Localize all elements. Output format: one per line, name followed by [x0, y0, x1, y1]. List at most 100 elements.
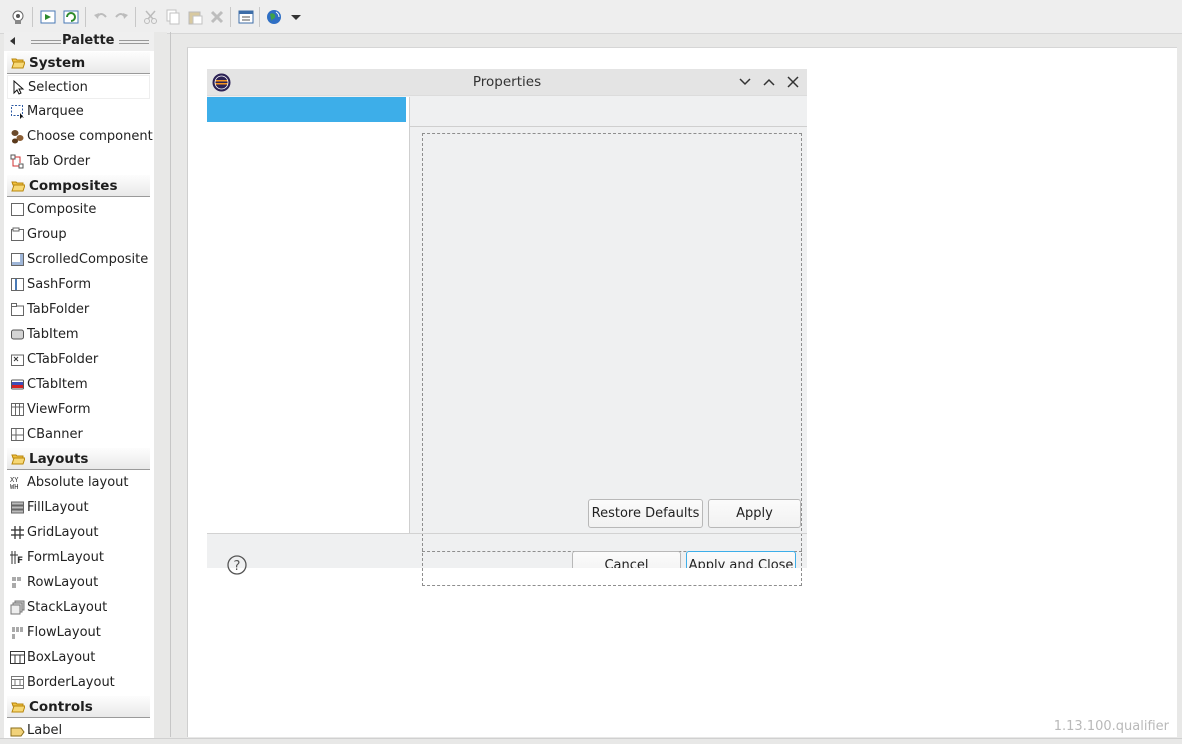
palette-item-filllayout[interactable]: FillLayout: [7, 496, 150, 520]
design-icon[interactable]: [10, 9, 26, 25]
palette-item-gridlayout[interactable]: GridLayout: [7, 521, 150, 545]
item-label: ScrolledComposite: [27, 252, 149, 267]
palette-item-borderlayout[interactable]: BorderLayout: [7, 671, 150, 695]
item-label: ViewForm: [27, 402, 91, 417]
item-label: Tab Order: [27, 154, 91, 169]
tabitem-icon: [11, 329, 24, 340]
boxlayout-icon: [10, 651, 25, 664]
palette-item-choose-component[interactable]: Choose component: [7, 125, 153, 149]
sashform-icon: [11, 278, 24, 291]
item-label: Label: [27, 723, 63, 738]
palette-item-tab-order[interactable]: Tab Order: [7, 150, 150, 174]
group-label: Composites: [29, 178, 118, 194]
palette-item-tabitem[interactable]: TabItem: [7, 323, 150, 347]
palette-item-ctabitem[interactable]: CTabItem: [7, 373, 150, 397]
main-toolbar: [0, 0, 1182, 34]
apply-and-close-button[interactable]: Apply and Close: [686, 551, 796, 568]
redo-icon[interactable]: [113, 9, 129, 25]
palette-item-absolute-layout[interactable]: XY WH Absolute layout: [7, 471, 150, 495]
palette-item-ctabfolder[interactable]: CTabFolder: [7, 348, 150, 372]
item-label: Absolute layout: [27, 475, 129, 490]
cut-icon[interactable]: [143, 9, 159, 25]
status-bar: [0, 738, 1182, 744]
item-label: StackLayout: [27, 600, 108, 615]
palette-group-controls[interactable]: Controls: [7, 696, 150, 718]
ctabfolder-icon: [11, 354, 24, 366]
arrow-cursor-icon: [13, 80, 25, 95]
folder-open-icon: [11, 58, 25, 69]
globe-icon[interactable]: [266, 9, 282, 25]
bean-add-icon[interactable]: [40, 9, 56, 25]
formlayout-icon: F: [10, 551, 23, 565]
item-label: TabFolder: [27, 302, 90, 317]
item-label: GridLayout: [27, 525, 99, 540]
marquee-icon: [11, 105, 24, 119]
toolbar-separator: [230, 7, 231, 27]
dialog-clip: Cancel Apply and Close: [207, 69, 807, 568]
item-label: BoxLayout: [27, 650, 96, 665]
palette-item-scrolledcomposite[interactable]: ScrolledComposite: [7, 248, 150, 272]
paste-icon[interactable]: [187, 9, 203, 25]
palette-item-flowlayout[interactable]: FlowLayout: [7, 621, 150, 645]
palette-splitter[interactable]: [154, 32, 167, 744]
delete-icon[interactable]: [209, 9, 225, 25]
palette-panel: Palette System Selection Marquee Choose …: [4, 32, 154, 744]
grip-icon[interactable]: [31, 40, 61, 44]
absolute-layout-icon: XYWH: [10, 476, 19, 490]
grip-icon[interactable]: [119, 40, 149, 44]
folder-open-icon: [11, 454, 25, 465]
palette-title: Palette: [62, 33, 115, 48]
palette-group-layouts[interactable]: Layouts: [7, 448, 150, 470]
svg-text:WH: WH: [10, 483, 18, 490]
scrolled-composite-icon: [11, 253, 24, 266]
palette-group-composites[interactable]: Composites: [7, 175, 150, 197]
toolbar-separator: [135, 7, 136, 27]
group-label: Controls: [29, 699, 93, 715]
palette-item-viewform[interactable]: ViewForm: [7, 398, 150, 422]
item-label: Group: [27, 227, 67, 242]
toolbar-separator: [32, 7, 33, 27]
copy-icon[interactable]: [165, 9, 181, 25]
palette-item-cbanner[interactable]: CBanner: [7, 423, 150, 447]
borderlayout-icon: [11, 676, 24, 689]
item-label: CBanner: [27, 427, 83, 442]
undo-icon[interactable]: [93, 9, 109, 25]
folder-open-icon: [11, 702, 25, 713]
palette-item-sashform[interactable]: SashForm: [7, 273, 150, 297]
palette-item-group[interactable]: Group: [7, 223, 150, 247]
gridlayout-icon: [11, 526, 24, 539]
item-label: Marquee: [27, 104, 84, 119]
item-label: CTabFolder: [27, 352, 99, 367]
filllayout-icon: [11, 501, 24, 514]
palette-group-system[interactable]: System: [7, 52, 150, 74]
label-icon: [10, 727, 25, 737]
item-label: Composite: [27, 202, 97, 217]
version-label: 1.13.100.qualifier: [1053, 719, 1169, 734]
palette-item-composite[interactable]: Composite: [7, 198, 150, 222]
item-label: FillLayout: [27, 500, 89, 515]
palette-item-tabfolder[interactable]: TabFolder: [7, 298, 150, 322]
properties-dialog: Properties Restore Defaults Apply ? Canc…: [207, 69, 807, 586]
palette-item-stacklayout[interactable]: StackLayout: [7, 596, 150, 620]
palette-item-rowlayout[interactable]: RowLayout: [7, 571, 150, 595]
palette-item-formlayout[interactable]: F FormLayout: [7, 546, 150, 570]
dropdown-arrow-icon[interactable]: [288, 9, 304, 25]
item-label: FlowLayout: [27, 625, 101, 640]
stacklayout-icon: [10, 600, 25, 615]
tabfolder-icon: [11, 303, 24, 316]
cancel-button[interactable]: Cancel: [572, 551, 681, 568]
group-label: Layouts: [29, 451, 89, 467]
refresh-icon[interactable]: [63, 9, 79, 25]
bean-icon: [11, 130, 24, 144]
palette-item-boxlayout[interactable]: BoxLayout: [7, 646, 150, 670]
group-icon: [11, 227, 24, 241]
folder-open-icon: [11, 181, 25, 192]
properties-icon[interactable]: [238, 9, 254, 25]
item-label: FormLayout: [27, 550, 104, 565]
collapse-arrow-icon[interactable]: [10, 37, 15, 45]
tab-order-icon: [10, 154, 24, 169]
palette-item-marquee[interactable]: Marquee: [7, 100, 150, 124]
panel-divider: [170, 32, 171, 737]
toolbar-separator: [259, 7, 260, 27]
palette-item-selection[interactable]: Selection: [7, 75, 150, 99]
